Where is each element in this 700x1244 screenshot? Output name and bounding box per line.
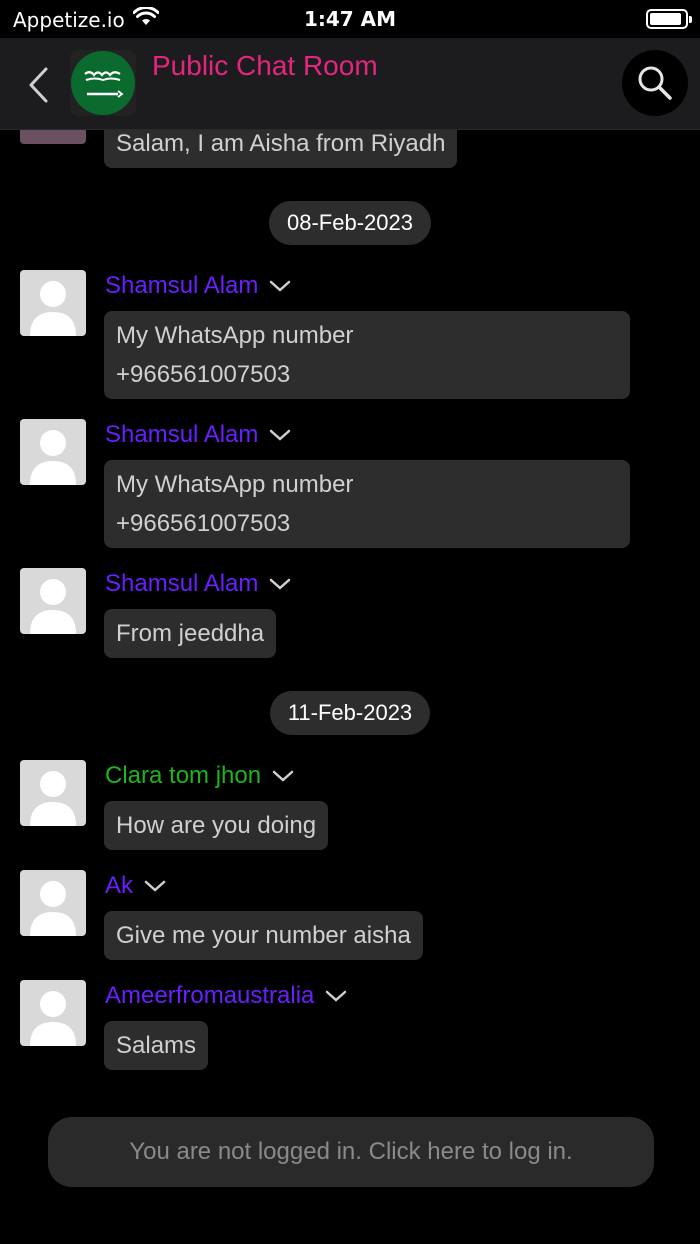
message-bubble[interactable]: My WhatsApp number +966561007503 [104,311,630,399]
user-placeholder-icon [30,991,76,1046]
message-text: My WhatsApp number [116,471,354,498]
message-text: +966561007503 [116,510,291,537]
message-bubble[interactable]: How are you doing [104,801,329,850]
search-icon [638,66,672,100]
user-placeholder-icon [30,771,76,826]
chat-messages[interactable]: Salam, I am Aisha from Riyadh 08-Feb-202… [0,130,700,1244]
battery-icon [646,9,692,29]
room-title: Public Chat Room [152,50,378,81]
sender-label: Clara tom jhon [105,762,262,789]
message-bubble[interactable]: Salam, I am Aisha from Riyadh [104,130,458,168]
sender-label: Ameerfromaustralia [105,982,315,1009]
message-text: My WhatsApp number [116,322,354,349]
date-pill: 08-Feb-2023 [269,201,431,245]
message-text: Salams [116,1032,197,1059]
status-time: 1:47 AM [303,7,397,31]
date-separator: 08-Feb-2023 [0,201,700,245]
date-separator: 11-Feb-2023 [0,691,700,735]
user-placeholder-icon [30,881,76,936]
message-text: From jeeddha [116,620,265,647]
avatar[interactable] [20,568,86,634]
battery-fill [650,13,681,25]
avatar[interactable] [20,130,86,144]
sender-label: Shamsul Alam [105,570,259,597]
chevron-down-icon[interactable] [271,768,295,784]
user-placeholder-icon [30,281,76,336]
saudi-flag-icon [71,51,135,115]
user-placeholder-icon [30,579,76,634]
sender-name[interactable]: Ak [105,871,167,901]
message-bubble[interactable]: Give me your number aisha [104,911,423,960]
chevron-down-icon[interactable] [143,878,167,894]
sender-label: Shamsul Alam [105,421,259,448]
message-text: Give me your number aisha [116,922,411,949]
avatar[interactable] [20,760,86,826]
avatar[interactable] [20,870,86,936]
sender-name[interactable]: Shamsul Alam [105,420,292,450]
avatar[interactable] [20,419,86,485]
message-bubble[interactable]: My WhatsApp number +966561007503 [104,460,630,548]
status-bar: Appetize.io 1:47 AM [0,0,700,38]
avatar[interactable] [20,270,86,336]
message-bubble[interactable]: From jeeddha [104,609,277,658]
login-prompt-button[interactable]: You are not logged in. Click here to log… [48,1117,654,1187]
sender-name[interactable]: Shamsul Alam [105,569,292,599]
search-button[interactable] [622,50,688,116]
sender-label: Ak [105,872,134,899]
chevron-down-icon[interactable] [324,988,348,1004]
message-text: How are you doing [116,812,317,839]
chat-header: Public Chat Room [0,38,700,130]
chevron-left-icon [29,67,48,103]
message-text: +966561007503 [116,361,291,388]
message-text: Salam, I am Aisha from Riyadh [116,130,446,157]
date-pill: 11-Feb-2023 [269,691,431,735]
sender-name[interactable]: Ameerfromaustralia [105,981,348,1011]
sender-name[interactable]: Shamsul Alam [105,271,292,301]
chevron-down-icon[interactable] [268,427,292,443]
chevron-down-icon[interactable] [268,576,292,592]
message-bubble[interactable]: Salams [104,1021,209,1070]
user-placeholder-icon [30,430,76,485]
avatar[interactable] [20,980,86,1046]
sender-label: Shamsul Alam [105,272,259,299]
room-avatar[interactable] [70,50,136,116]
sender-name[interactable]: Clara tom jhon [105,761,295,791]
chevron-down-icon[interactable] [268,278,292,294]
back-button[interactable] [20,60,56,110]
